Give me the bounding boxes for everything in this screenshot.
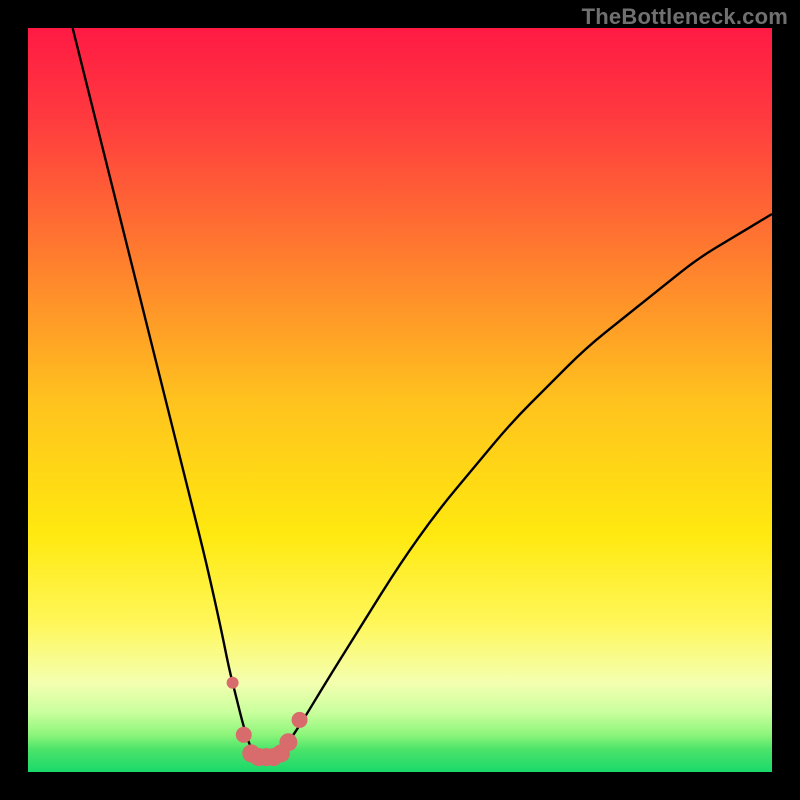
plot-area (28, 28, 772, 772)
chart-frame: TheBottleneck.com (0, 0, 800, 800)
sweet-spot-marker (236, 727, 252, 743)
sweet-spot-marker (227, 677, 239, 689)
watermark-text: TheBottleneck.com (582, 4, 788, 30)
sweet-spot-markers (227, 677, 308, 766)
sweet-spot-marker (292, 712, 308, 728)
curve-layer (28, 28, 772, 772)
sweet-spot-marker (279, 733, 297, 751)
bottleneck-curve (73, 28, 772, 757)
